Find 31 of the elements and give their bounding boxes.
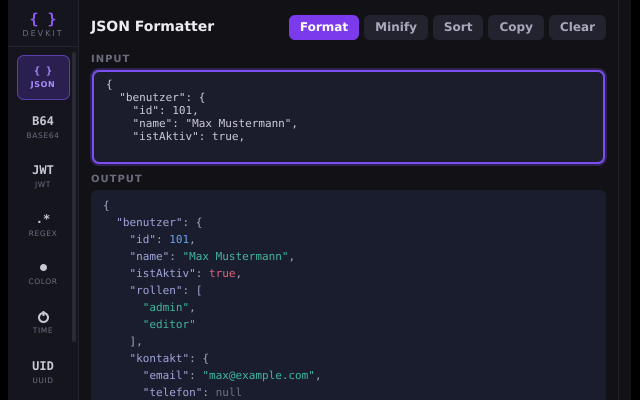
logo-text: DEVKIT — [22, 29, 64, 38]
code-line: "benutzer": { — [115, 215, 204, 231]
code-line: "istAktiv": true, — [128, 266, 244, 282]
tool-glyph: B64 — [32, 114, 54, 128]
page-title: JSON Formatter — [91, 19, 214, 35]
code-line: ], — [128, 334, 144, 350]
input-field[interactable]: { "benutzer": { "id": 101, "name": "Max Mustermann", "istAktiv": true, — [92, 70, 605, 164]
tool-glyph: UID — [32, 358, 54, 372]
toolbar-button[interactable]: Format — [288, 14, 360, 40]
code-line: "id": 101, — [128, 232, 197, 248]
code-line: "editor" — [142, 317, 197, 333]
stopwatch-icon — [38, 310, 48, 322]
code-line: "rollen": [ — [128, 283, 204, 299]
logo-glyph: { } — [29, 10, 57, 28]
tool-glyph: .* — [36, 212, 50, 226]
code-line: "email": "max@example.com", — [142, 368, 323, 384]
code-line: "kontakt": { — [128, 351, 210, 367]
code-line: "name": "Max Mustermann", — [128, 249, 296, 265]
tool-glyph: JWT — [32, 162, 54, 176]
dot-icon — [40, 264, 46, 271]
code-line: "admin", — [142, 300, 197, 316]
code-line: "telefon": null — [142, 385, 244, 400]
tool-glyph: { } — [34, 66, 52, 77]
section-label: OUTPUT — [91, 174, 144, 185]
toolbar-button[interactable]: Clear — [548, 14, 606, 40]
code-line: { — [103, 198, 111, 214]
toolbar-button[interactable]: Minify — [364, 14, 428, 40]
toolbar-button[interactable]: Copy — [488, 14, 544, 40]
section-label: INPUT — [91, 54, 132, 65]
sidebar-item[interactable]: { } JSON — [16, 55, 70, 100]
toolbar-button[interactable]: Sort — [432, 14, 484, 40]
